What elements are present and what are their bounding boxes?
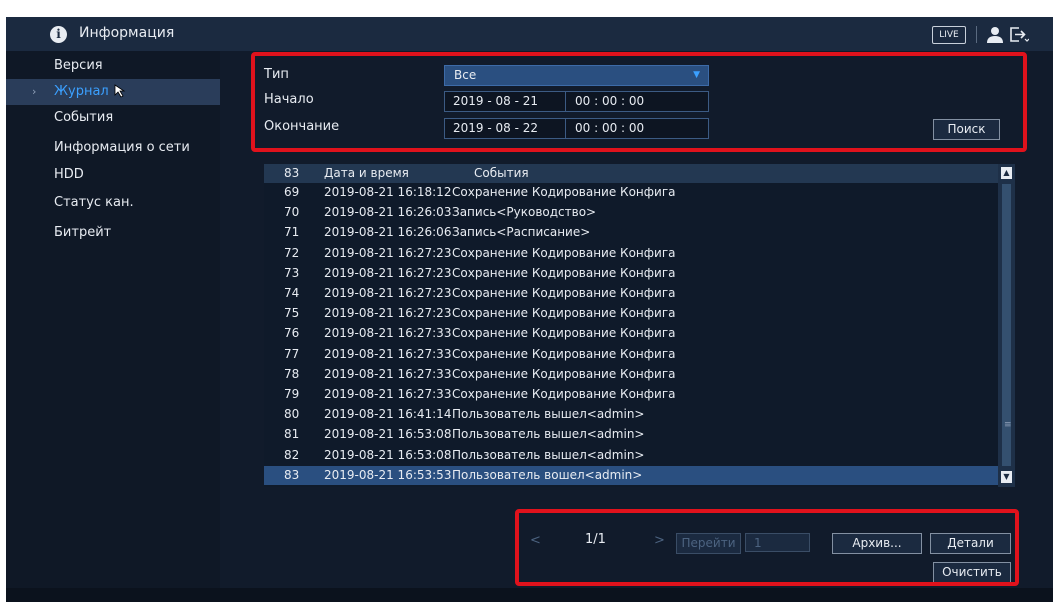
row-event: Сохранение Кодирование Конфига <box>452 286 676 300</box>
row-event: Запись<Руководство> <box>452 205 597 220</box>
row-number: 76 <box>284 326 300 341</box>
row-datetime: 2019-08-21 16:27:33 <box>324 387 452 401</box>
scrollbar[interactable]: ▲ ≡ ▼ <box>998 164 1015 487</box>
row-event: Пользователь вышел<admin> <box>452 447 645 462</box>
top-bar: i Информация LIVE <box>6 17 1053 52</box>
table-header: 83 Дата и время События <box>264 164 998 183</box>
row-number: 81 <box>284 427 300 442</box>
table-row[interactable]: 81 2019-08-21 16:53:08 Пользователь вышел<… <box>264 425 998 444</box>
row-event: Сохранение Кодирование Конфига <box>452 306 676 321</box>
row-number: 75 <box>284 306 300 321</box>
row-datetime: 2019-08-21 16:53:08 <box>324 427 452 442</box>
grip-icon: ≡ <box>1004 420 1012 430</box>
row-event: Сохранение Кодирование Конфига <box>452 326 676 341</box>
column-header-event[interactable]: События <box>474 164 529 183</box>
highlight-frame-filter <box>251 52 1027 152</box>
app-window: i Информация LIVE Версия › Журнал Событи… <box>6 17 1053 602</box>
row-event: Пользователь вошел<admin> <box>452 467 643 482</box>
table-row[interactable]: 69 2019-08-21 16:18:12 Сохранение Кодирова… <box>264 183 998 202</box>
sidebar-item-network-info[interactable]: Информация о сети <box>6 135 220 161</box>
row-datetime: 2019-08-21 16:41:14 <box>324 407 452 422</box>
row-event: Сохранение Кодирование Конфига <box>452 265 676 280</box>
table-row[interactable]: 75 2019-08-21 16:27:23 Сохранение Кодирова… <box>264 304 998 323</box>
sidebar-item-hdd[interactable]: HDD <box>6 162 220 188</box>
row-datetime: 2019-08-21 16:27:23 <box>324 265 452 280</box>
sidebar-item-label: Версия <box>54 58 103 73</box>
row-event: Пользователь вышел<admin> <box>452 407 645 422</box>
row-event: Запись<Расписание> <box>452 225 591 240</box>
row-number: 71 <box>284 225 300 240</box>
sidebar-item-channel-status[interactable]: Статус кан. <box>6 190 220 216</box>
row-number: 78 <box>284 366 300 381</box>
row-datetime: 2019-08-21 16:26:06 <box>324 225 452 240</box>
row-number: 69 <box>284 185 300 199</box>
row-datetime: 2019-08-21 16:27:23 <box>324 245 452 260</box>
page-title: Информация <box>79 25 175 41</box>
table-row[interactable]: 82 2019-08-21 16:53:08 Пользователь вышел<… <box>264 446 998 465</box>
row-datetime: 2019-08-21 16:53:08 <box>324 447 452 462</box>
mouse-cursor-icon <box>114 84 126 98</box>
sidebar: Версия › Журнал События Информация о сет… <box>6 51 220 602</box>
table-row[interactable]: 74 2019-08-21 16:27:23 Сохранение Кодирова… <box>264 284 998 303</box>
row-number: 72 <box>284 245 300 260</box>
sidebar-item-journal[interactable]: › Журнал <box>6 79 220 105</box>
sidebar-item-label: Битрейт <box>54 225 112 240</box>
table-row[interactable]: 72 2019-08-21 16:27:23 Сохранение Кодирова… <box>264 244 998 263</box>
table-row[interactable]: 71 2019-08-21 16:26:06 Запись<Расписание> <box>264 223 998 242</box>
main-content: Тип Все ▼ Начало 2019 - 08 - 21 00 : 00 … <box>220 51 1053 602</box>
sidebar-item-label: HDD <box>54 167 84 182</box>
row-number: 80 <box>284 407 300 422</box>
row-datetime: 2019-08-21 16:27:23 <box>324 306 452 321</box>
live-button[interactable]: LIVE <box>932 26 966 44</box>
row-number: 77 <box>284 346 300 361</box>
table-row[interactable]: 70 2019-08-21 16:26:03 Запись<Руководство> <box>264 203 998 222</box>
row-number: 74 <box>284 286 300 300</box>
row-number: 70 <box>284 205 300 220</box>
sidebar-item-bitrate[interactable]: Битрейт <box>6 220 220 246</box>
row-event: Сохранение Кодирование Конфига <box>452 245 676 260</box>
scroll-down-icon[interactable]: ▼ <box>1001 471 1012 483</box>
record-count: 83 <box>284 166 300 180</box>
sidebar-item-events[interactable]: События <box>6 105 220 131</box>
info-icon: i <box>50 26 67 43</box>
log-table: 83 Дата и время События 69 2019-08-21 16:… <box>264 164 1015 487</box>
highlight-frame-pager <box>515 509 1019 586</box>
row-number: 83 <box>284 467 300 482</box>
row-number: 82 <box>284 447 300 462</box>
chevron-right-icon: › <box>32 85 37 98</box>
table-row[interactable]: 76 2019-08-21 16:27:33 Сохранение Кодирова… <box>264 324 998 343</box>
toolbar-divider <box>976 26 977 43</box>
table-row[interactable]: 78 2019-08-21 16:27:33 Сохранение Кодирова… <box>264 365 998 384</box>
sidebar-item-version[interactable]: Версия <box>6 53 220 79</box>
row-event: Сохранение Кодирование Конфига <box>452 366 676 381</box>
table-row[interactable]: 80 2019-08-21 16:41:14 Пользователь вышел<… <box>264 405 998 424</box>
row-number: 73 <box>284 265 300 280</box>
row-datetime: 2019-08-21 16:18:12 <box>324 185 452 199</box>
row-datetime: 2019-08-21 16:27:23 <box>324 286 452 300</box>
sidebar-item-label: Журнал <box>54 84 109 99</box>
row-event: Пользователь вышел<admin> <box>452 427 645 442</box>
row-datetime: 2019-08-21 16:53:53 <box>324 467 452 482</box>
sidebar-item-label: Статус кан. <box>54 195 134 210</box>
table-row[interactable]: 83 2019-08-21 16:53:53 Пользователь вошел<… <box>264 465 998 485</box>
table-row[interactable]: 77 2019-08-21 16:27:33 Сохранение Кодирова… <box>264 345 998 364</box>
table-row[interactable]: 79 2019-08-21 16:27:33 Сохранение Кодирова… <box>264 385 998 404</box>
sidebar-item-label: События <box>54 110 114 125</box>
row-event: Сохранение Кодирование Конфига <box>452 185 676 199</box>
row-datetime: 2019-08-21 16:26:03 <box>324 205 452 220</box>
logout-icon[interactable] <box>1009 26 1029 43</box>
row-datetime: 2019-08-21 16:27:33 <box>324 326 452 341</box>
row-event: Сохранение Кодирование Конфига <box>452 387 676 401</box>
row-number: 79 <box>284 387 300 401</box>
scroll-up-icon[interactable]: ▲ <box>1001 167 1012 179</box>
user-icon[interactable] <box>986 26 1004 43</box>
row-event: Сохранение Кодирование Конфига <box>452 346 676 361</box>
row-datetime: 2019-08-21 16:27:33 <box>324 366 452 381</box>
row-datetime: 2019-08-21 16:27:33 <box>324 346 452 361</box>
screenshot: i Информация LIVE Версия › Журнал Событи… <box>0 0 1059 607</box>
bottom-bar <box>6 588 1053 602</box>
sidebar-item-label: Информация о сети <box>54 140 190 155</box>
table-row[interactable]: 73 2019-08-21 16:27:23 Сохранение Кодирова… <box>264 264 998 283</box>
column-header-datetime[interactable]: Дата и время <box>324 164 409 183</box>
